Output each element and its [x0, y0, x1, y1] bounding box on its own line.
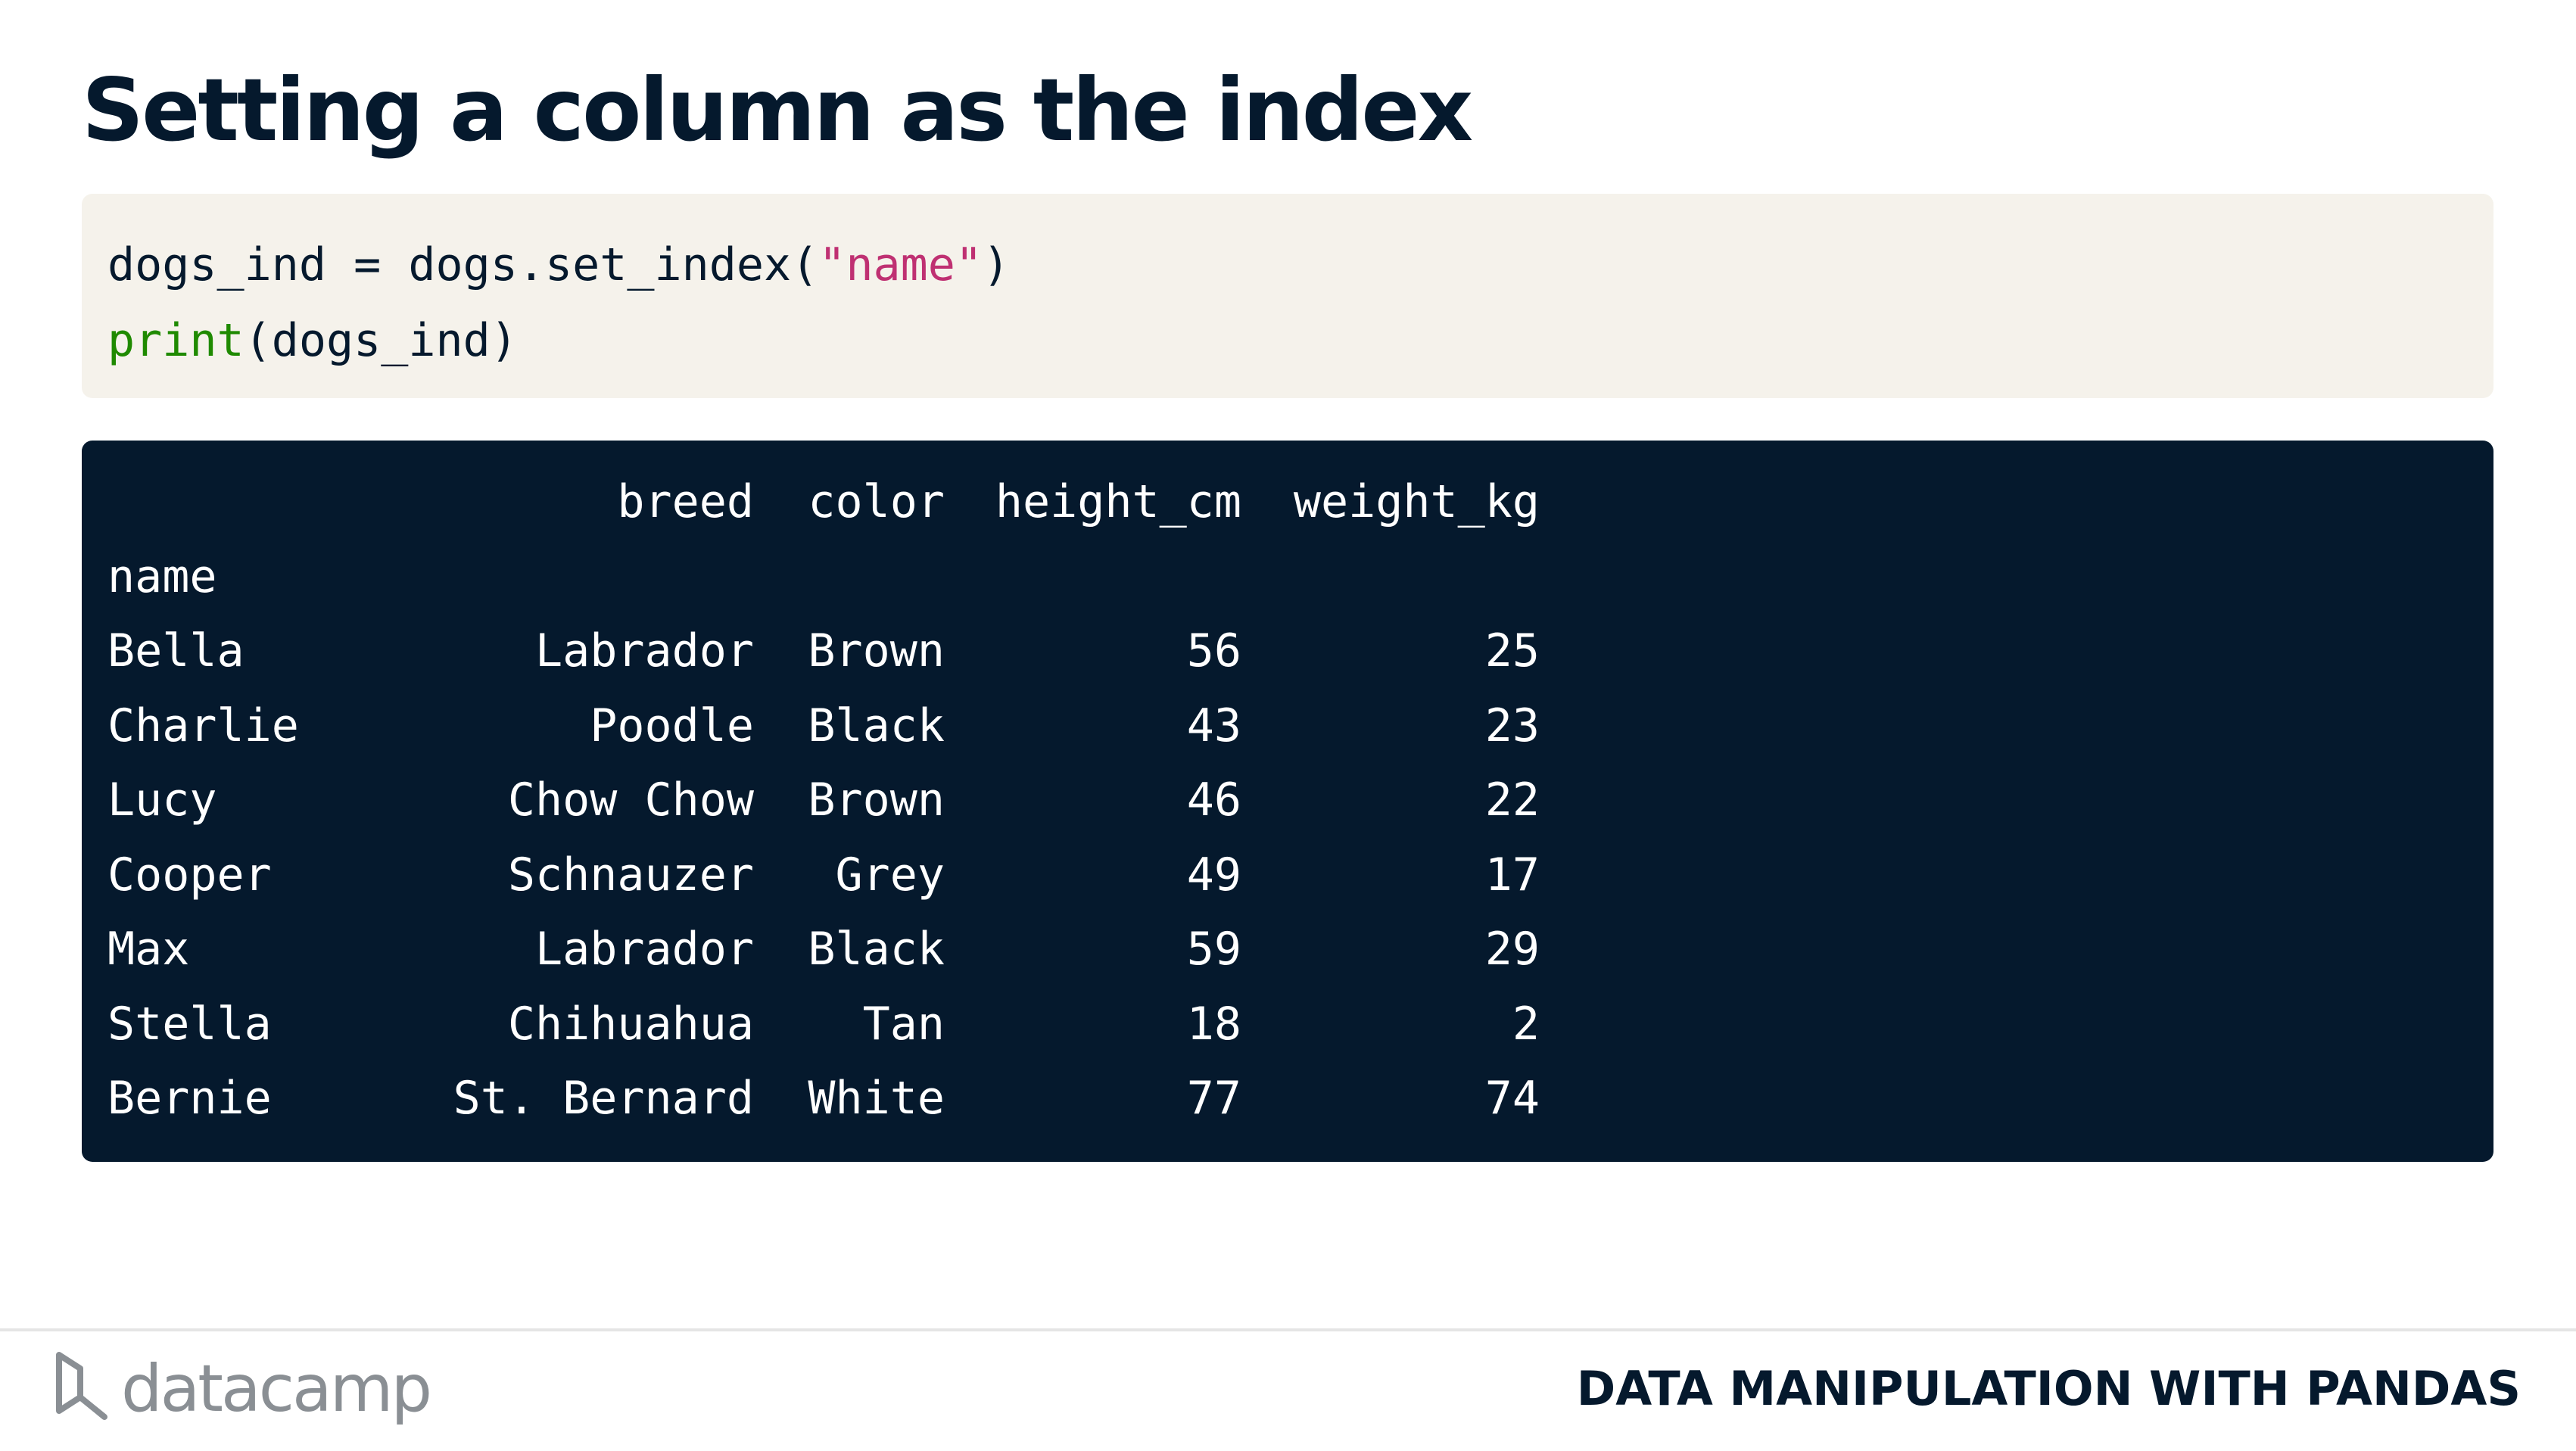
slide: Setting a column as the index dogs_ind =…: [0, 0, 2576, 1451]
height-cell: 56: [1186, 624, 1241, 677]
weight-cell: 23: [1484, 699, 1540, 752]
datacamp-logo-icon: [56, 1352, 107, 1420]
weight-cell: 2: [1512, 997, 1540, 1051]
brand-name: datacamp: [121, 1351, 432, 1427]
row-index-cell: Lucy: [107, 774, 217, 827]
table-row: Bella Labrador Brown 56 25: [107, 614, 2493, 689]
color-cell: Brown: [808, 624, 945, 677]
code-token: ): [982, 238, 1011, 291]
row-index-cell: Cooper: [107, 848, 272, 901]
code-token: dogs_ind = dogs.set_index(: [107, 238, 819, 291]
weight-cell: 74: [1484, 1072, 1540, 1125]
table-row: Lucy Chow Chow Brown 46 22: [107, 763, 2493, 838]
column-header: color: [808, 475, 945, 528]
color-cell: Black: [808, 699, 945, 752]
row-index-cell: Bernie: [107, 1072, 272, 1125]
breed-cell: Chow Chow: [507, 774, 754, 827]
height-cell: 46: [1186, 774, 1241, 827]
breed-cell: Poodle: [590, 699, 754, 752]
row-index-cell: Max: [107, 923, 190, 976]
code-string-token: "name": [818, 238, 983, 291]
height-cell: 59: [1186, 923, 1241, 976]
table-row: Cooper Schnauzer Grey 49 17: [107, 838, 2493, 913]
breed-cell: Labrador: [535, 923, 754, 976]
column-header: height_cm: [995, 475, 1241, 528]
row-index-cell: Charlie: [107, 699, 299, 752]
weight-cell: 22: [1484, 774, 1540, 827]
code-token: (dogs_ind): [244, 314, 518, 367]
breed-cell: St. Bernard: [453, 1072, 754, 1125]
color-cell: Black: [808, 923, 945, 976]
breed-cell: Chihuahua: [507, 997, 754, 1051]
color-cell: Brown: [808, 774, 945, 827]
slide-title: Setting a column as the index: [82, 60, 1473, 160]
code-line-2: print(dogs_ind): [107, 303, 2493, 378]
index-header-spacer: [107, 465, 297, 540]
weight-cell: 29: [1484, 923, 1540, 976]
output-block: breed color height_cm weight_kg name Bel…: [82, 441, 2493, 1162]
height-cell: 49: [1186, 848, 1241, 901]
index-name: name: [107, 550, 217, 603]
row-index-cell: Bella: [107, 624, 245, 677]
height-cell: 18: [1186, 997, 1241, 1051]
column-header: breed: [617, 475, 754, 528]
breed-cell: Labrador: [535, 624, 754, 677]
breed-cell: Schnauzer: [507, 848, 754, 901]
output-header-row: breed color height_cm weight_kg: [107, 465, 2493, 540]
table-row: Stella Chihuahua Tan 18 2: [107, 987, 2493, 1062]
row-index-cell: Stella: [107, 997, 272, 1051]
table-row: Charlie Poodle Black 43 23: [107, 689, 2493, 764]
index-name-row: name: [107, 540, 2493, 615]
table-row: Bernie St. Bernard White 77 74: [107, 1061, 2493, 1136]
color-cell: Grey: [835, 848, 945, 901]
datacamp-logo[interactable]: datacamp: [53, 1347, 432, 1431]
course-title: DATA MANIPULATION WITH PANDAS: [1576, 1361, 2521, 1416]
table-row: Max Labrador Black 59 29: [107, 912, 2493, 987]
weight-cell: 17: [1484, 848, 1540, 901]
weight-cell: 25: [1484, 624, 1540, 677]
height-cell: 43: [1186, 699, 1241, 752]
footer-divider: [0, 1328, 2576, 1331]
code-block: dogs_ind = dogs.set_index("name") print(…: [82, 194, 2493, 398]
column-header: weight_kg: [1293, 475, 1540, 528]
height-cell: 77: [1186, 1072, 1241, 1125]
code-line-1: dogs_ind = dogs.set_index("name"): [107, 227, 2493, 303]
code-function-token: print: [107, 314, 245, 367]
color-cell: White: [808, 1072, 945, 1125]
color-cell: Tan: [862, 997, 945, 1051]
